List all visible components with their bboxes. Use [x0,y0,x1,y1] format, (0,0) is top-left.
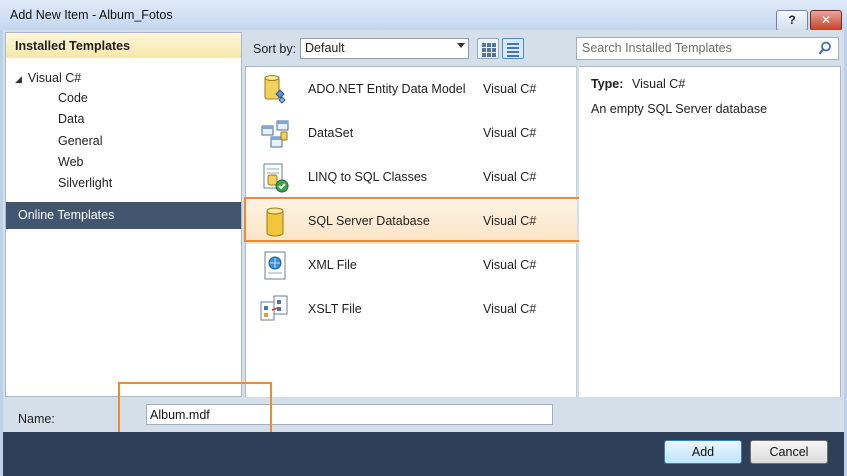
search-icon[interactable] [818,41,832,56]
xml-file-icon [264,251,286,280]
close-button[interactable]: ✕ [810,10,842,31]
name-label: Name: [18,412,55,426]
database-icon [266,207,284,237]
small-icons-view-button[interactable] [477,38,499,59]
title-bar: Add New Item - Album_Fotos ? ✕ [0,0,847,31]
template-name: ADO.NET Entity Data Model [308,82,466,96]
template-description: An empty SQL Server database [591,102,768,116]
tree-item-code[interactable]: Code [58,91,88,105]
template-name: LINQ to SQL Classes [308,170,428,184]
template-language: Visual C# [483,126,537,140]
help-button[interactable]: ? [776,10,808,31]
cancel-button[interactable]: Cancel [750,440,828,464]
search-input[interactable] [577,38,807,58]
online-templates-item[interactable]: Online Templates [6,202,241,229]
search-box[interactable] [576,37,839,60]
template-item-xslt-file[interactable]: XSLT File Visual C# [246,288,577,332]
tree-item-label: Visual C# [27,71,82,85]
template-item-dataset[interactable]: DataSet Visual C# [246,112,577,156]
linq-to-sql-icon [263,163,289,193]
template-item-linq-to-sql[interactable]: LINQ to SQL Classes Visual C# [246,156,577,200]
add-button[interactable]: Add [664,440,742,464]
template-name: XSLT File [308,302,362,316]
type-value: Visual C# [632,77,686,91]
dataset-icon [261,120,289,148]
template-language: Visual C# [483,258,537,272]
template-name: SQL Server Database [308,214,430,228]
installed-templates-header[interactable]: Installed Templates [6,33,241,58]
template-language: Visual C# [483,82,537,96]
name-input[interactable] [146,404,553,425]
xslt-file-icon [260,295,288,321]
template-language: Visual C# [483,214,537,228]
tree-item-visual-csharp[interactable]: ◢ Visual C# [15,71,81,85]
entity-model-icon [264,75,286,104]
sort-by-value: Default [305,41,345,55]
tree-item-data[interactable]: Data [58,112,84,126]
template-category-panel: Installed Templates ◢ Visual C# Code Data… [5,32,242,397]
tree-item-web[interactable]: Web [58,155,83,169]
template-list: ADO.NET Entity Data Model Visual C# Data… [245,66,577,397]
template-language: Visual C# [483,170,537,184]
template-language: Visual C# [483,302,537,316]
type-label: Type: [591,77,624,91]
tree-item-general[interactable]: General [58,134,102,148]
sort-by-label: Sort by: [253,42,297,56]
template-item-ado-net-entity[interactable]: ADO.NET Entity Data Model Visual C# [246,68,577,112]
list-view-button[interactable] [502,38,524,59]
expand-arrow-icon[interactable]: ◢ [15,74,22,84]
tree-item-silverlight[interactable]: Silverlight [58,176,112,190]
template-item-sql-server-database[interactable]: SQL Server Database Visual C# [246,200,577,244]
window-title: Add New Item - Album_Fotos [10,8,173,22]
sort-by-dropdown[interactable]: Default [300,38,469,59]
template-name: XML File [308,258,357,272]
template-details-panel: Type: Visual C# An empty SQL Server data… [579,66,841,397]
template-item-xml-file[interactable]: XML File Visual C# [246,244,577,288]
template-name: DataSet [308,126,354,140]
chevron-down-icon [457,43,465,48]
